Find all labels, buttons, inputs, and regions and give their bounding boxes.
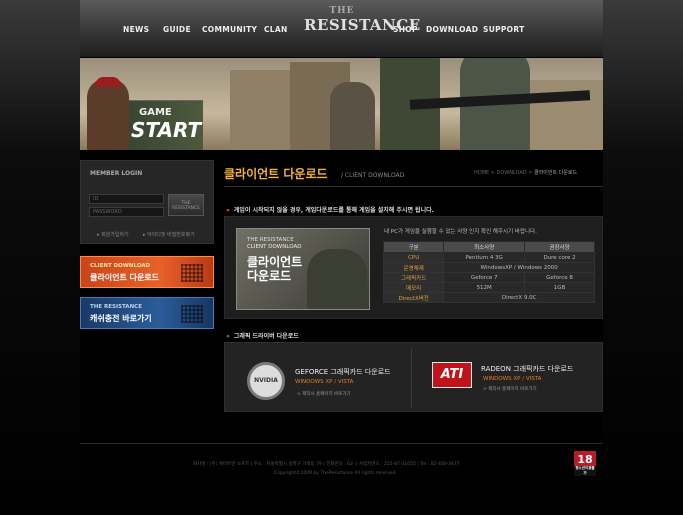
spec-min: 512M: [443, 282, 526, 293]
client-banner-top: CLIENT DOWNLOAD: [90, 263, 151, 269]
gpu-section-text: 그래픽 드라이버 다운로드: [233, 333, 299, 340]
spec-label: 메모리: [382, 282, 445, 293]
download-top: THE RESISTANCE: [247, 237, 294, 243]
double-arrow-icon: »: [226, 207, 230, 214]
hero-soldier: [330, 82, 375, 150]
download-panel: THE RESISTANCE CLIENT DOWNLOAD 클라이언트 다운로…: [224, 216, 603, 319]
find-account-label: 아이디및 비밀번호찾기: [147, 232, 195, 238]
spec-col-category: 구분: [382, 241, 445, 253]
breadcrumb-path[interactable]: HOME > DOWNLOAD >: [474, 170, 533, 176]
cash-banner-top: THE RESISTANCE: [90, 304, 142, 310]
gpu-section-title: » 그래픽 드라이버 다운로드: [226, 331, 299, 340]
commander-portrait: [87, 79, 129, 150]
nav-download[interactable]: DOWNLOAD: [426, 25, 478, 34]
spec-min: Geforce 7: [443, 272, 526, 283]
right-background: [603, 0, 683, 515]
ati-title[interactable]: RADEON 그래픽카드 다운로드: [481, 364, 573, 374]
site-logo[interactable]: THE RESISTANCE: [304, 6, 421, 44]
table-row: DirectX버전 DirectX 9.0C: [382, 292, 595, 303]
main-nav: NEWS GUIDE COMMUNITY CLAN THE RESISTANCE…: [80, 0, 603, 58]
header: NEWS GUIDE COMMUNITY CLAN THE RESISTANCE…: [80, 0, 603, 150]
game-label: GAME: [139, 107, 172, 118]
gpu-divider: [411, 348, 412, 408]
spec-header-row: 구분 최소사양 권장사양: [382, 241, 595, 253]
game-start-button[interactable]: GAME START: [87, 77, 203, 150]
nav-news[interactable]: NEWS: [123, 25, 149, 34]
age-rating-badge: 18 청소년이용불가: [574, 451, 596, 476]
table-row: 운영체제 WindowsXP / Windows 2000: [382, 262, 595, 273]
rating-number: 18: [577, 453, 593, 466]
spec-min: WindowsXP / Windows 2000: [443, 262, 595, 273]
member-login-panel: MEMBER LOGIN ID PASSWORD THE RESISTANCE …: [80, 160, 214, 244]
gpu-driver-panel: NVIDIA GEFORCE 그래픽카드 다운로드 WINDOWS XP / V…: [224, 342, 603, 412]
spec-rec: 1GB: [524, 282, 595, 293]
cash-charge-banner[interactable]: THE RESISTANCE 캐쉬충전 바로가기: [80, 297, 214, 329]
signup-label: 회원가입하기: [101, 232, 129, 238]
nvidia-title[interactable]: GEFORCE 그래픽카드 다운로드: [295, 367, 391, 377]
footer-copyright: Copyright©2009 by TheResistance All righ…: [274, 471, 397, 476]
spec-col-min: 최소사양: [443, 241, 526, 253]
spec-rec: Geforce 8: [524, 272, 595, 283]
login-title: MEMBER LOGIN: [90, 170, 143, 177]
install-notice: » 게임이 시작되지 않을 경우, 게임다운로드를 통해 게임을 설치해 주시면 …: [226, 205, 434, 214]
spec-min: DirectX 9.0C: [443, 292, 595, 303]
nav-guide[interactable]: GUIDE: [163, 25, 191, 34]
left-background: [0, 0, 80, 515]
page-subtitle: / CLIENT DOWNLOAD: [341, 172, 405, 179]
page-title: 클라이언트 다운로드: [224, 167, 328, 181]
spec-label: CPU: [382, 252, 445, 263]
download-sub: CLIENT DOWNLOAD: [247, 244, 302, 250]
notice-text: 게임이 시작되지 않을 경우, 게임다운로드를 통해 게임을 설치해 주시면 됩…: [233, 207, 434, 214]
find-account-link[interactable]: ▸ 아이디및 비밀번호찾기: [143, 231, 195, 238]
nvidia-logo[interactable]: NVIDIA: [247, 362, 285, 400]
table-row: 그래픽카드 Geforce 7 Geforce 8: [382, 272, 595, 283]
download-main: 클라이언트 다운로드: [247, 255, 303, 283]
spec-min: Pentium 4 3G: [443, 252, 526, 263]
nav-shop[interactable]: SHOP: [393, 25, 418, 34]
breadcrumb: HOME > DOWNLOAD > 클라이언트 다운로드: [474, 169, 577, 176]
footer-address: 회사명 : (주) 메이트엔 소프트 | 주소 : 서울특별시 송파구 가락동 …: [193, 462, 460, 467]
arrow-icon: [181, 305, 203, 323]
client-banner-main: 클라이언트 다운로드: [90, 273, 160, 282]
download-soldier-image: [307, 249, 367, 309]
client-download-banner[interactable]: CLIENT DOWNLOAD 클라이언트 다운로드: [80, 256, 214, 288]
nav-support[interactable]: SUPPORT: [483, 25, 525, 34]
spec-note: 내 PC가 게임을 실행할 수 있는 사양 인지 확인 해주시기 바랍니다.: [384, 229, 537, 235]
signup-link[interactable]: ▸ 회원가입하기: [97, 231, 129, 238]
logo-main: RESISTANCE: [304, 16, 421, 34]
spec-table: 구분 최소사양 권장사양 CPU Pentium 4 3G Dure core …: [382, 241, 595, 303]
cash-banner-main: 캐쉬충전 바로가기: [90, 314, 152, 323]
spec-label: DirectX버전: [382, 292, 445, 303]
client-download-button[interactable]: THE RESISTANCE CLIENT DOWNLOAD 클라이언트 다운로…: [236, 228, 370, 310]
nvidia-homepage-link[interactable]: > 제작사 홈페이지 바로가기: [297, 391, 351, 397]
id-field[interactable]: ID: [89, 194, 164, 204]
ati-logo[interactable]: ATI: [432, 362, 472, 388]
nav-community[interactable]: COMMUNITY: [202, 25, 257, 34]
footer-divider: [80, 443, 603, 444]
beret-shape: [95, 77, 121, 87]
nav-clan[interactable]: CLAN: [264, 25, 288, 34]
title-divider: [224, 186, 603, 187]
rating-text: 청소년이용불가: [574, 466, 596, 476]
arrow-icon: [181, 264, 203, 282]
spec-label: 그래픽카드: [382, 272, 445, 283]
double-arrow-icon: »: [226, 333, 230, 340]
spec-rec: Dure core 2: [524, 252, 595, 263]
start-label: START: [131, 118, 202, 142]
breadcrumb-current: 클라이언트 다운로드: [534, 170, 578, 176]
password-field[interactable]: PASSWORD: [89, 207, 164, 217]
spec-col-rec: 권장사양: [524, 241, 595, 253]
logo-top: THE: [329, 6, 355, 16]
table-row: 메모리 512M 1GB: [382, 282, 595, 293]
spec-label: 운영체제: [382, 262, 445, 273]
ati-homepage-link[interactable]: > 제작사 홈페이지 바로가기: [483, 386, 537, 392]
table-row: CPU Pentium 4 3G Dure core 2: [382, 252, 595, 263]
nvidia-os: WINDOWS XP / VISTA: [295, 379, 354, 385]
login-button[interactable]: THE RESISTANCE: [168, 194, 204, 216]
ati-os: WINDOWS XP / VISTA: [483, 376, 542, 382]
